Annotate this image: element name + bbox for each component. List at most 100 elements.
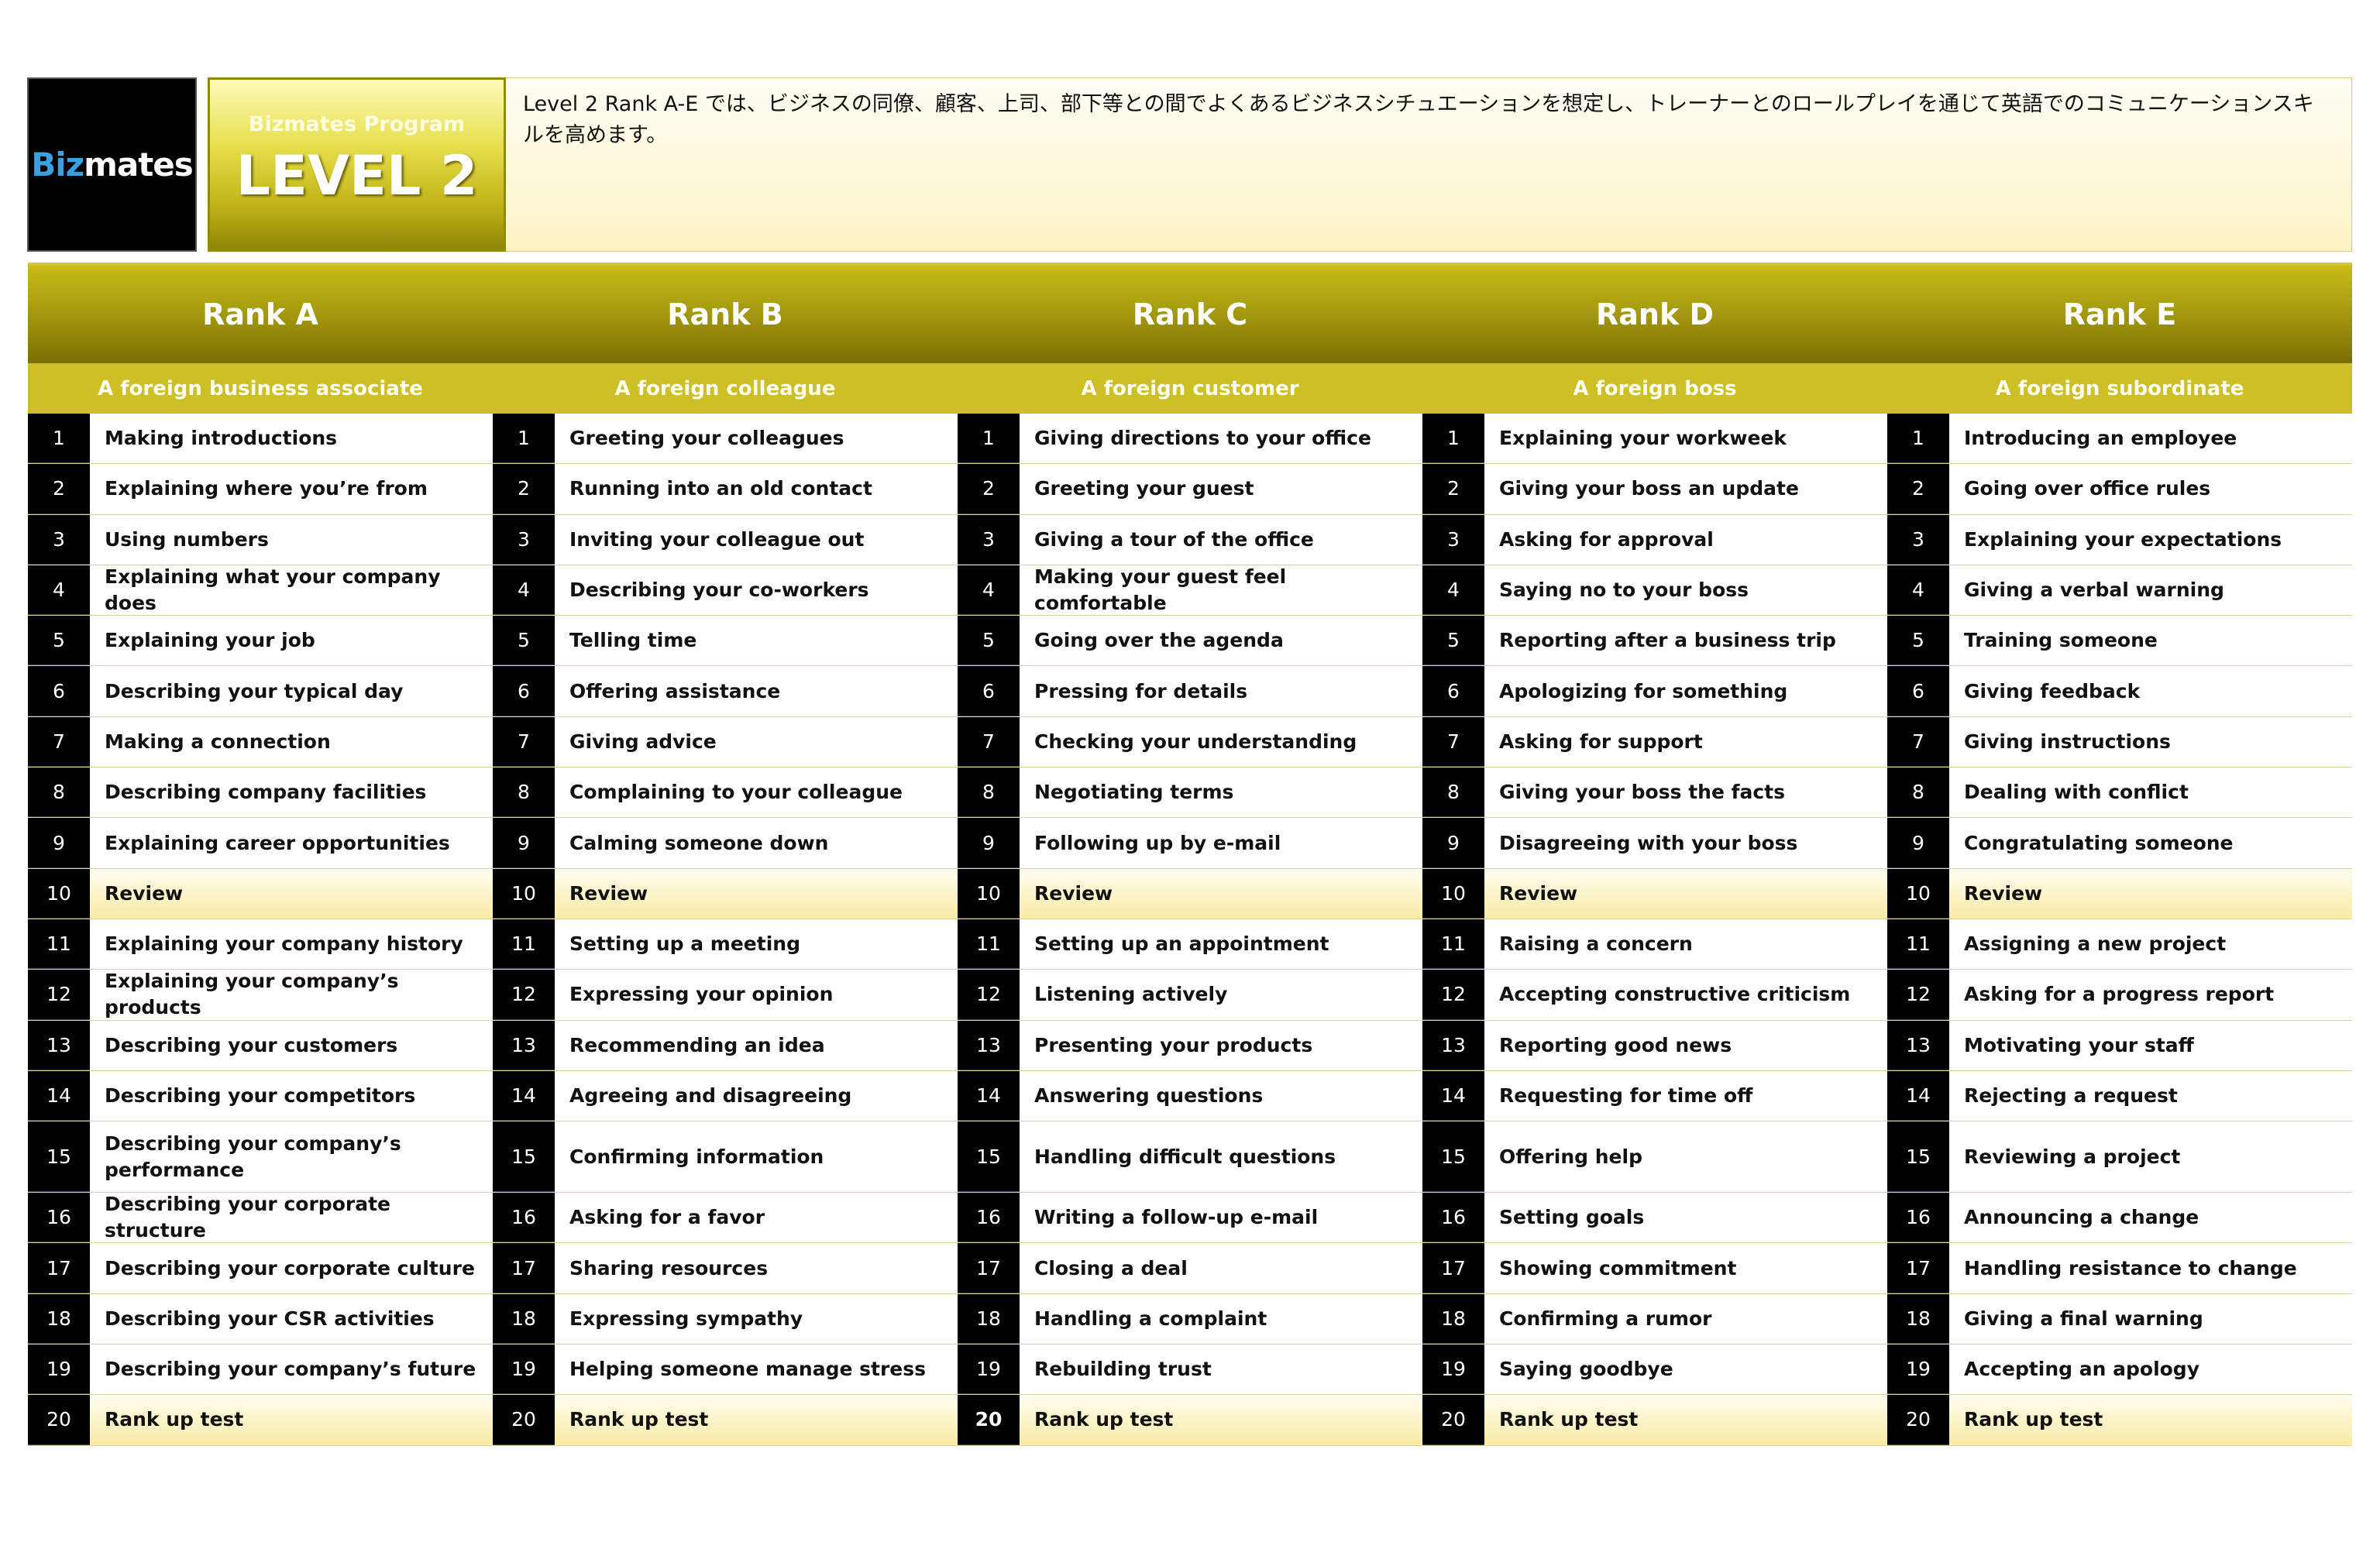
lesson-title: Explaining your expectations bbox=[1949, 514, 2352, 565]
rank-column-b: Rank BA foreign colleague 1 Greeting your … bbox=[493, 263, 958, 1448]
lesson-title: Rank up test bbox=[1949, 1395, 2352, 1445]
lesson-row: 17 Handling resistance to change bbox=[1887, 1243, 2352, 1294]
rank-column-d: Rank DA foreign boss 1 Explaining your wor… bbox=[1422, 263, 1887, 1448]
lesson-row: 4 Saying no to your boss bbox=[1422, 565, 1887, 617]
lesson-row: 4 Explaining what your company does bbox=[28, 565, 493, 617]
lesson-title: Training someone bbox=[1949, 616, 2352, 666]
lesson-number: 17 bbox=[1887, 1243, 1949, 1293]
lesson-title: Making a connection bbox=[90, 716, 493, 768]
lesson-number: 19 bbox=[958, 1345, 1020, 1395]
lesson-row: 3 Giving a tour of the office bbox=[958, 514, 1422, 565]
rank-subtitle: A foreign customer bbox=[958, 363, 1422, 414]
lesson-title: Helping someone manage stress bbox=[555, 1345, 958, 1395]
lesson-title: Accepting an apology bbox=[1949, 1345, 2352, 1395]
lesson-row: 20 Rank up test bbox=[1887, 1395, 2352, 1446]
lesson-number: 11 bbox=[1422, 919, 1484, 970]
lesson-row: 6 Apologizing for something bbox=[1422, 666, 1887, 717]
lesson-row: 14 Requesting for time off bbox=[1422, 1070, 1887, 1122]
lesson-title: Closing a deal bbox=[1020, 1243, 1422, 1293]
lesson-row: 13 Recommending an idea bbox=[493, 1020, 958, 1071]
lesson-number: 6 bbox=[1887, 666, 1949, 716]
rank-subtitle: A foreign boss bbox=[1422, 363, 1887, 414]
lesson-row: 1 Making introductions bbox=[28, 414, 493, 465]
lesson-row: 7 Giving advice bbox=[493, 716, 958, 768]
lesson-number: 12 bbox=[493, 970, 555, 1020]
lesson-row: 8 Negotiating terms bbox=[958, 768, 1422, 819]
lesson-number: 19 bbox=[28, 1345, 90, 1395]
lesson-title: Setting goals bbox=[1484, 1193, 1887, 1243]
lesson-number: 8 bbox=[493, 768, 555, 818]
lesson-number: 9 bbox=[493, 818, 555, 868]
rank-title: Rank C bbox=[958, 263, 1422, 363]
lesson-row: 9 Calming someone down bbox=[493, 818, 958, 869]
lesson-title: Reporting good news bbox=[1484, 1020, 1887, 1070]
lesson-title: Expressing sympathy bbox=[555, 1293, 958, 1345]
lesson-title: Rank up test bbox=[90, 1395, 493, 1445]
lesson-row: 1 Greeting your colleagues bbox=[493, 414, 958, 465]
lesson-number: 17 bbox=[28, 1243, 90, 1293]
lesson-title: Giving feedback bbox=[1949, 666, 2352, 716]
lesson-title: Going over the agenda bbox=[1020, 616, 1422, 666]
lesson-row: 5 Telling time bbox=[493, 616, 958, 667]
lesson-row: 11 Setting up a meeting bbox=[493, 919, 958, 970]
lesson-row: 9 Disagreeing with your boss bbox=[1422, 818, 1887, 869]
lesson-title: Checking your understanding bbox=[1020, 716, 1422, 768]
lesson-number: 8 bbox=[958, 768, 1020, 818]
lesson-number: 7 bbox=[28, 716, 90, 768]
lesson-title: Describing your competitors bbox=[90, 1070, 493, 1121]
lesson-row: 12 Listening actively bbox=[958, 970, 1422, 1021]
lesson-title: Greeting your guest bbox=[1020, 464, 1422, 514]
lesson-row: 7 Checking your understanding bbox=[958, 716, 1422, 768]
lesson-title: Explaining career opportunities bbox=[90, 818, 493, 868]
lesson-title: Setting up an appointment bbox=[1020, 919, 1422, 970]
lesson-number: 10 bbox=[1422, 868, 1484, 919]
lesson-title: Dealing with conflict bbox=[1949, 768, 2352, 818]
lesson-title: Asking for a progress report bbox=[1949, 970, 2352, 1020]
lesson-title: Handling resistance to change bbox=[1949, 1243, 2352, 1293]
lesson-number: 2 bbox=[958, 464, 1020, 514]
lesson-number: 2 bbox=[1422, 464, 1484, 514]
lesson-row: 15 Handling difficult questions bbox=[958, 1121, 1422, 1194]
lesson-number: 12 bbox=[1887, 970, 1949, 1020]
lesson-title: Asking for support bbox=[1484, 716, 1887, 768]
lesson-title: Describing your corporate culture bbox=[90, 1243, 493, 1293]
lesson-row: 4 Describing your co-workers bbox=[493, 565, 958, 617]
lesson-row: 14 Rejecting a request bbox=[1887, 1070, 2352, 1122]
lesson-title: Presenting your products bbox=[1020, 1020, 1422, 1070]
lesson-row: 2 Giving your boss an update bbox=[1422, 464, 1887, 515]
lesson-row: 2 Greeting your guest bbox=[958, 464, 1422, 515]
lesson-row: 5 Going over the agenda bbox=[958, 616, 1422, 667]
lesson-number: 11 bbox=[493, 919, 555, 970]
lesson-title: Recommending an idea bbox=[555, 1020, 958, 1070]
lesson-title: Reviewing a project bbox=[1949, 1121, 2352, 1193]
rank-subtitle: A foreign colleague bbox=[493, 363, 958, 414]
lesson-number: 14 bbox=[958, 1070, 1020, 1121]
lesson-title: Describing your typical day bbox=[90, 666, 493, 716]
lesson-title: Rejecting a request bbox=[1949, 1070, 2352, 1121]
lesson-row: 12 Explaining your company’s products bbox=[28, 970, 493, 1021]
lesson-row: 8 Describing company facilities bbox=[28, 768, 493, 819]
lesson-number: 4 bbox=[1887, 565, 1949, 616]
lesson-title: Giving a tour of the office bbox=[1020, 514, 1422, 565]
lesson-number: 7 bbox=[1887, 716, 1949, 768]
lesson-number: 6 bbox=[28, 666, 90, 716]
lesson-title: Raising a concern bbox=[1484, 919, 1887, 970]
lesson-row: 13 Reporting good news bbox=[1422, 1020, 1887, 1071]
lesson-number: 4 bbox=[958, 565, 1020, 616]
lesson-title: Agreeing and disagreeing bbox=[555, 1070, 958, 1121]
lesson-row: 7 Making a connection bbox=[28, 716, 493, 768]
lesson-row: 16 Setting goals bbox=[1422, 1193, 1887, 1244]
lesson-number: 16 bbox=[1887, 1193, 1949, 1243]
lesson-row: 9 Congratulating someone bbox=[1887, 818, 2352, 869]
lesson-title: Complaining to your colleague bbox=[555, 768, 958, 818]
lesson-title: Saying goodbye bbox=[1484, 1345, 1887, 1395]
lesson-title: Listening actively bbox=[1020, 970, 1422, 1020]
lesson-title: Review bbox=[1020, 868, 1422, 919]
lesson-title: Confirming information bbox=[555, 1121, 958, 1193]
lesson-title: Giving a verbal warning bbox=[1949, 565, 2352, 616]
lesson-number: 10 bbox=[1887, 868, 1949, 919]
lesson-title: Setting up a meeting bbox=[555, 919, 958, 970]
lesson-title: Apologizing for something bbox=[1484, 666, 1887, 716]
lesson-row: 20 Rank up test bbox=[493, 1395, 958, 1446]
lesson-number: 5 bbox=[28, 616, 90, 666]
